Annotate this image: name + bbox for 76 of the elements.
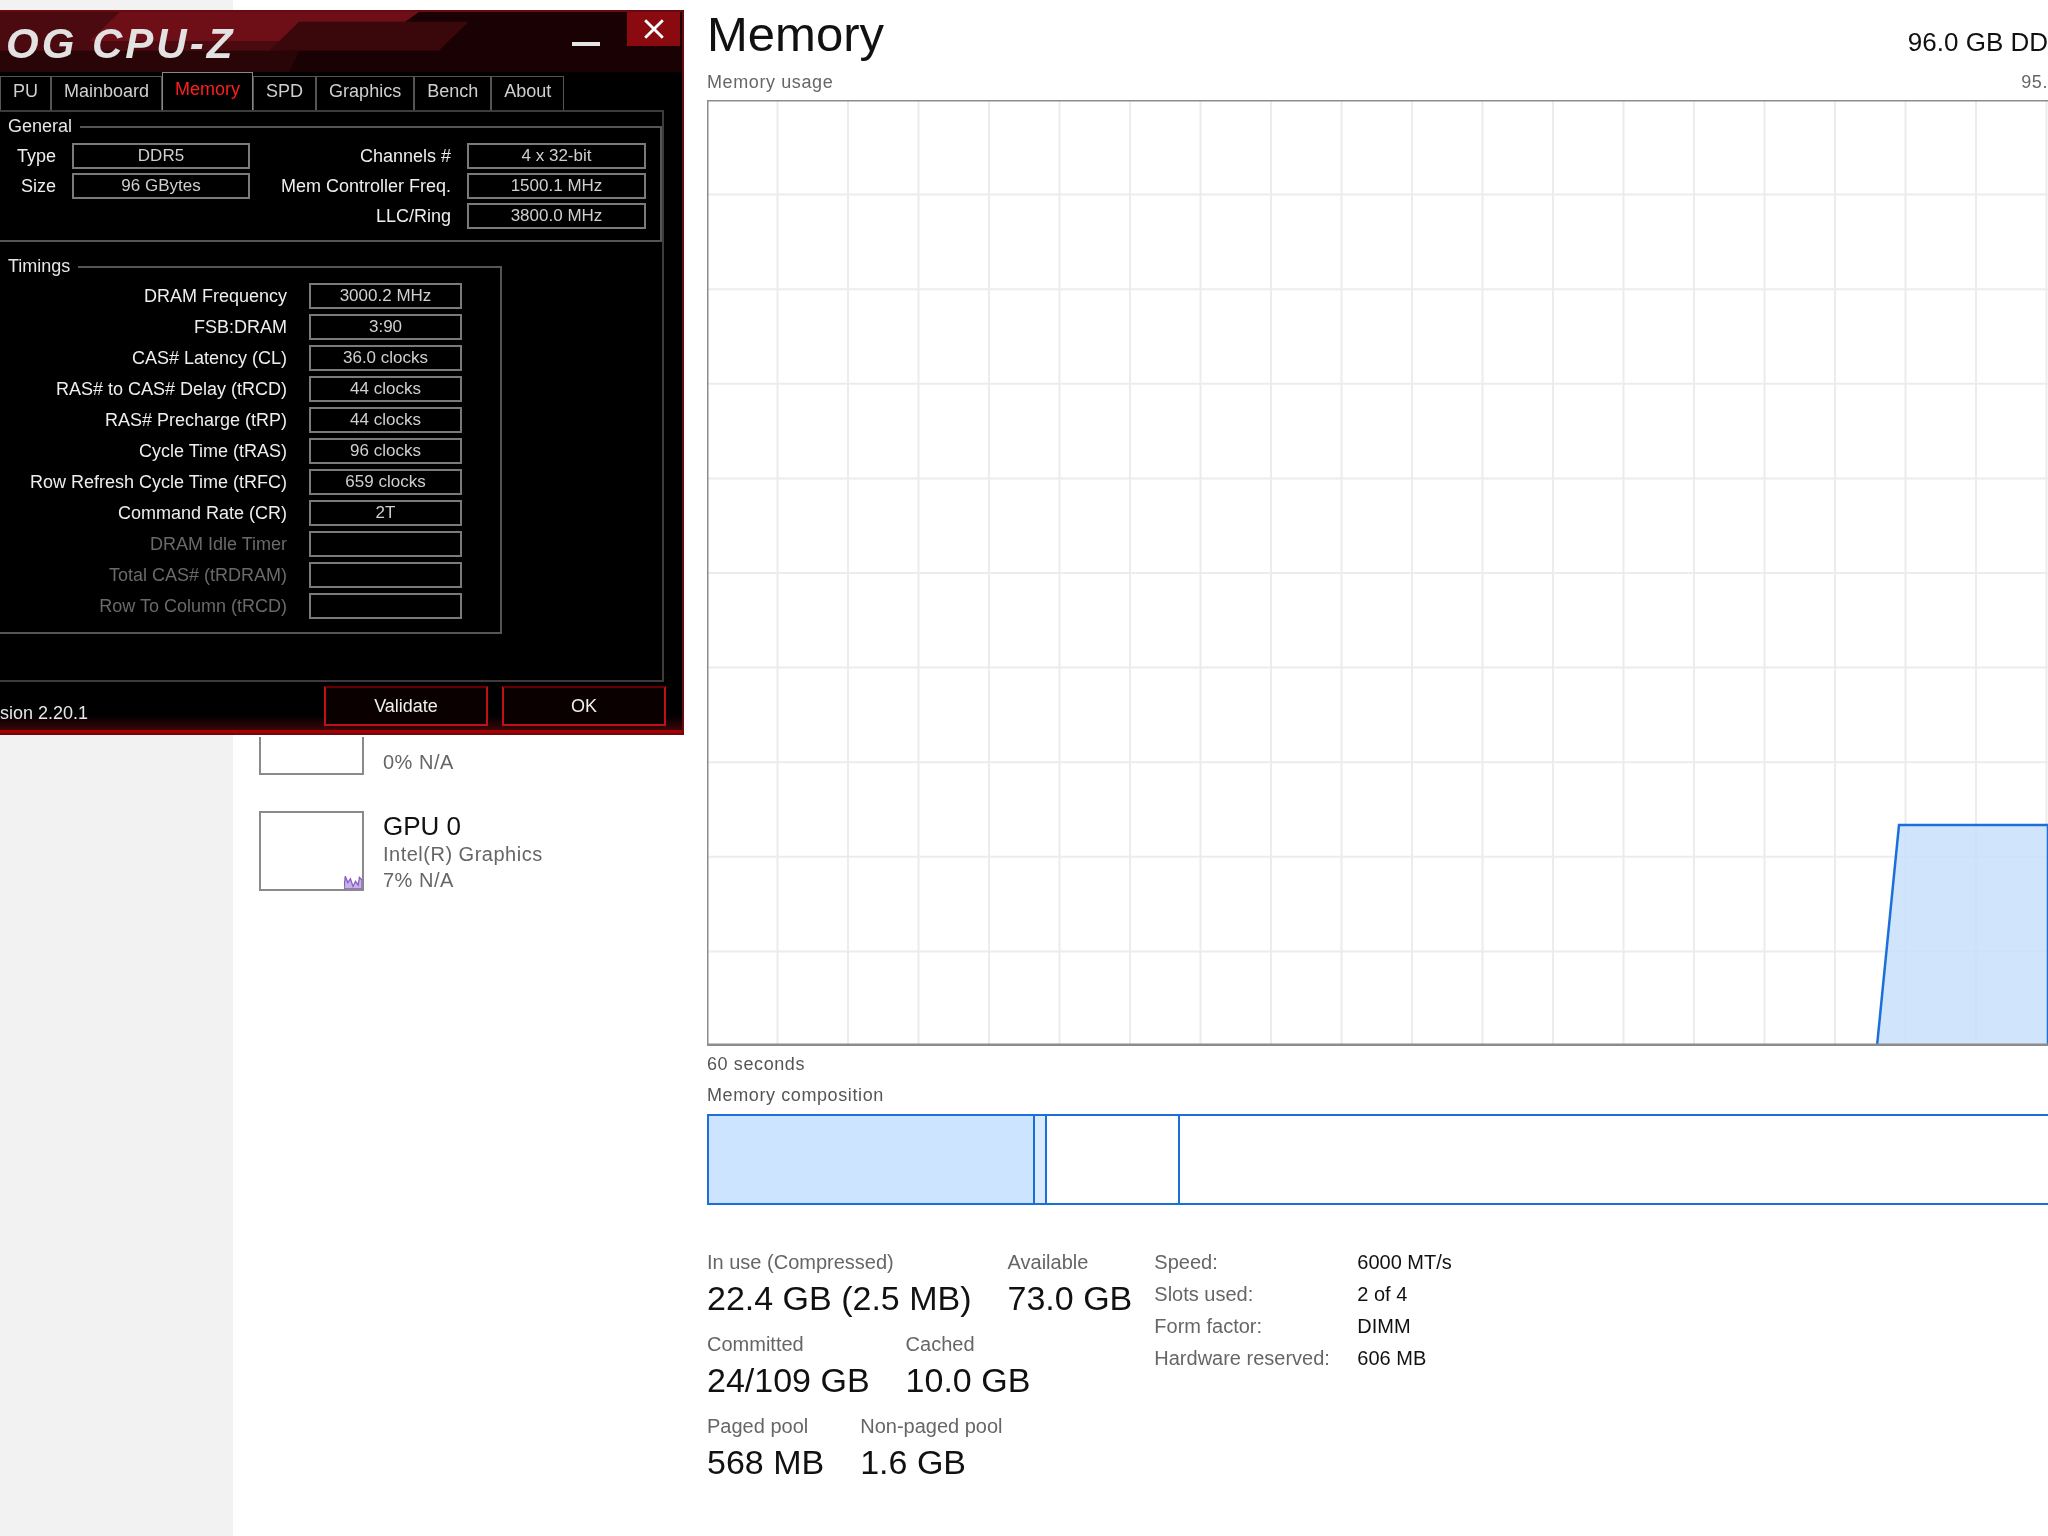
stat-value: 24/109 GB xyxy=(707,1360,870,1401)
graph-thumbnail[interactable] xyxy=(259,811,364,891)
close-icon xyxy=(642,18,665,40)
timing-label: Total CAS# (tRDRAM) xyxy=(107,564,287,587)
detail-value: 6000 MT/s xyxy=(1357,1250,1452,1275)
group-title: Timings xyxy=(7,256,72,277)
timing-label: CAS# Latency (CL) xyxy=(130,347,287,370)
value-field: 2T xyxy=(309,500,462,526)
value-field: 96 GBytes xyxy=(72,173,250,199)
timing-label: Row Refresh Cycle Time (tRFC) xyxy=(28,471,287,494)
value-field: 96 clocks xyxy=(309,438,462,464)
timing-label: Command Rate (CR) xyxy=(116,502,287,525)
value-field: 1500.1 MHz xyxy=(467,173,646,199)
close-button[interactable] xyxy=(627,12,680,46)
graph-max-label: 95. xyxy=(2021,72,2048,94)
detail-value: 606 MB xyxy=(1357,1346,1428,1371)
device-name: Intel(R) Graphics xyxy=(383,842,543,867)
device-usage: 7% N/A xyxy=(383,868,455,893)
detail-value: 2 of 4 xyxy=(1357,1282,1409,1307)
memory-capacity: 96.0 GB DD xyxy=(1907,27,2048,58)
value-field: DDR5 xyxy=(72,143,250,169)
page-title: Memory xyxy=(707,6,884,62)
stat-value: 568 MB xyxy=(707,1442,825,1483)
value-field: 44 clocks xyxy=(309,407,462,433)
value-field: 3800.0 MHz xyxy=(467,203,646,229)
timing-label: Cycle Time (tRAS) xyxy=(137,440,287,463)
field-label: Channels # xyxy=(358,145,451,168)
stat-value: 73.0 GB xyxy=(1007,1278,1133,1319)
composition-label: Memory composition xyxy=(707,1085,885,1106)
timing-label: RAS# Precharge (tRP) xyxy=(103,409,287,432)
field-label: Size xyxy=(20,175,56,198)
stat-value: 10.0 GB xyxy=(905,1360,1031,1401)
tab[interactable]: Memory xyxy=(162,72,254,110)
device-title: GPU 0 xyxy=(383,811,463,841)
detail-label: Slots used: xyxy=(1154,1282,1255,1307)
stat-label: Non-paged pool xyxy=(860,1414,1003,1439)
graph-label: Memory usage xyxy=(707,72,834,94)
device-usage: 0% N/A xyxy=(383,750,454,775)
tab[interactable]: Mainboard xyxy=(51,76,163,110)
timing-label: RAS# to CAS# Delay (tRCD) xyxy=(54,378,287,401)
stat-label: Paged pool xyxy=(707,1414,810,1439)
tab[interactable]: PU xyxy=(0,76,51,110)
detail-label: Form factor: xyxy=(1154,1314,1264,1339)
timing-label: DRAM Idle Timer xyxy=(148,533,287,556)
tab[interactable]: Graphics xyxy=(316,76,415,110)
value-field: 3:90 xyxy=(309,314,462,340)
timing-label: FSB:DRAM xyxy=(193,316,287,339)
timing-label: DRAM Frequency xyxy=(142,285,287,308)
dialog-button[interactable]: Validate xyxy=(324,686,488,726)
graph-thumbnail[interactable] xyxy=(259,737,364,775)
stat-label: In use (Compressed) xyxy=(707,1250,895,1275)
value-field: 3000.2 MHz xyxy=(309,283,462,309)
tab[interactable]: About xyxy=(491,76,565,110)
timing-label: Row To Column (tRCD) xyxy=(98,595,287,618)
app-logo: OG CPU-Z xyxy=(6,20,236,68)
value-field: 36.0 clocks xyxy=(309,345,462,371)
stat-value: 22.4 GB (2.5 MB) xyxy=(707,1278,972,1319)
dialog-button[interactable]: OK xyxy=(502,686,666,726)
value-field: 4 x 32-bit xyxy=(467,143,646,169)
stat-label: Available xyxy=(1007,1250,1090,1275)
group-title: General xyxy=(7,116,74,137)
detail-label: Hardware reserved: xyxy=(1154,1346,1331,1371)
detail-value: DIMM xyxy=(1357,1314,1412,1339)
value-field: 659 clocks xyxy=(309,469,462,495)
field-label: Type xyxy=(15,145,56,168)
stat-value: 1.6 GB xyxy=(860,1442,968,1483)
version-label: sion 2.20.1 xyxy=(0,702,89,724)
field-label: LLC/Ring xyxy=(374,205,451,228)
value-field: 44 clocks xyxy=(309,376,462,402)
detail-label: Speed: xyxy=(1154,1250,1219,1275)
time-span-label: 60 seconds xyxy=(707,1054,807,1075)
tab[interactable]: Bench xyxy=(414,76,492,110)
tab[interactable]: SPD xyxy=(253,76,317,110)
field-label: Mem Controller Freq. xyxy=(279,175,451,198)
stat-label: Committed xyxy=(707,1332,805,1357)
stat-label: Cached xyxy=(905,1332,976,1357)
